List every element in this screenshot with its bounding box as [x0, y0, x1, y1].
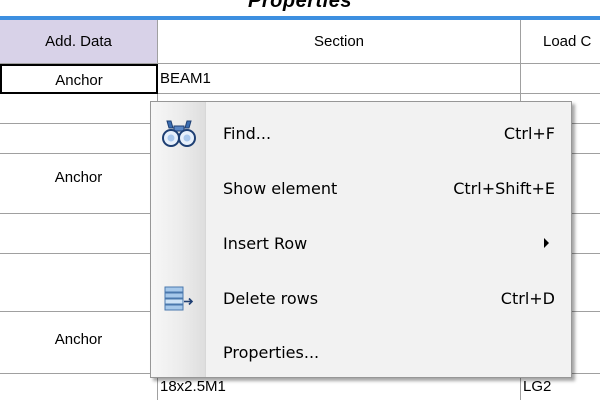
window-title-bar: Properties: [0, 0, 600, 21]
menu-item-find[interactable]: Find... Ctrl+F: [151, 106, 571, 161]
menu-item-label: Insert Row: [223, 234, 308, 253]
cell-section[interactable]: BEAM1: [158, 64, 521, 94]
cell-add-data[interactable]: [0, 94, 158, 124]
cell-add-data[interactable]: Anchor: [0, 154, 158, 214]
menu-item-shortcut: Ctrl+D: [500, 289, 555, 308]
menu-item-properties[interactable]: Properties...: [151, 325, 571, 380]
cell-add-data[interactable]: Anchor: [0, 64, 158, 94]
submenu-arrow-icon: [544, 238, 549, 248]
context-menu: Find... Ctrl+F Show element Ctrl+Shift+E…: [150, 101, 572, 378]
delete-rows-icon: [161, 283, 197, 315]
menu-item-label: Properties...: [223, 343, 320, 362]
cell-add-data[interactable]: [0, 124, 158, 154]
menu-item-shortcut: Ctrl+Shift+E: [453, 179, 555, 198]
menu-item-label: Find...: [223, 124, 272, 143]
cell-add-data[interactable]: [0, 254, 158, 312]
menu-item-label: Show element: [223, 179, 338, 198]
screen: Properties Add. Data Section Load C Anch…: [0, 0, 600, 400]
menu-item-delete-rows[interactable]: Delete rows Ctrl+D: [151, 271, 571, 326]
column-header-section[interactable]: Section: [158, 20, 521, 64]
column-header-load[interactable]: Load C: [521, 20, 600, 64]
window-title: Properties: [248, 0, 352, 12]
cell-add-data[interactable]: [0, 374, 158, 400]
cell-add-data[interactable]: [0, 214, 158, 254]
menu-item-shortcut: Ctrl+F: [503, 124, 555, 143]
binoculars-icon: [161, 118, 197, 150]
menu-item-insert-row[interactable]: Insert Row: [151, 216, 571, 271]
menu-item-label: Delete rows: [223, 289, 319, 308]
cell-load[interactable]: [521, 64, 600, 94]
cell-add-data[interactable]: Anchor: [0, 312, 158, 374]
column-header-add-data[interactable]: Add. Data: [0, 20, 158, 64]
menu-item-show-element[interactable]: Show element Ctrl+Shift+E: [151, 161, 571, 216]
